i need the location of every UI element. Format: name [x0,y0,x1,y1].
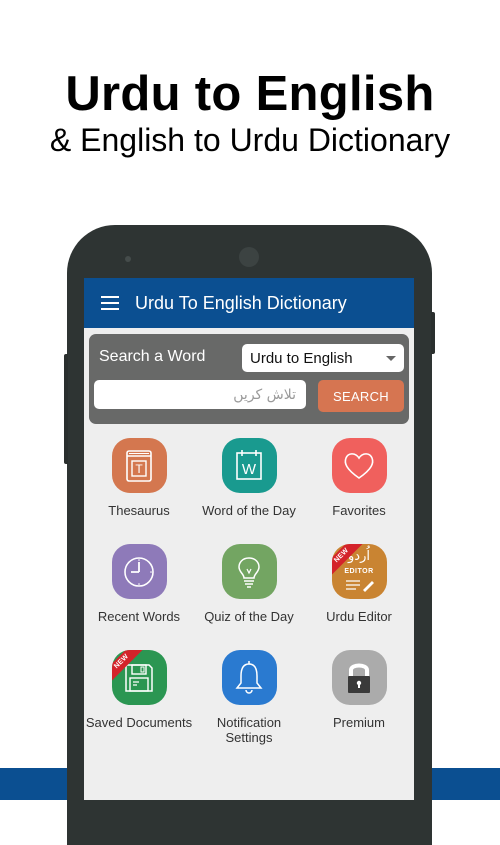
search-button[interactable]: SEARCH [318,380,404,412]
clock-icon [111,544,167,599]
urdu-editor-icon: اُردو EDITOR NEW [331,544,387,599]
bell-icon [221,650,277,705]
heart-icon [331,438,387,493]
tile-label: Thesaurus [108,503,170,518]
tile-label: Notification Settings [216,715,282,745]
search-label: Search a Word [99,348,206,365]
lock-icon [331,650,387,705]
app-screen: Urdu To English Dictionary Search a Word… [84,278,414,800]
promo-subtitle: & English to Urdu Dictionary [49,122,451,158]
tile-saved-documents[interactable]: NEW Saved Documents [84,650,194,730]
search-card: Search a Word Urdu to English SEARCH [89,334,409,424]
svg-text:W: W [242,461,257,478]
floppy-disk-icon: NEW [111,650,167,705]
app-bar: Urdu To English Dictionary [84,278,414,328]
svg-text:T: T [135,462,143,476]
tile-label: Saved Documents [85,715,193,730]
tile-label: Favorites [332,503,386,518]
tile-label: Recent Words [97,609,181,624]
tile-premium[interactable]: Premium [304,650,414,730]
tile-quiz-of-the-day[interactable]: Quiz of the Day [194,544,304,624]
phone-side-button [431,312,435,354]
tile-notification-settings[interactable]: Notification Settings [194,650,304,745]
tile-thesaurus[interactable]: T Thesaurus [84,438,194,518]
hamburger-menu-icon[interactable] [101,296,119,310]
tile-word-of-the-day[interactable]: W Word of the Day [194,438,304,518]
tile-label: Premium [332,715,385,730]
app-title: Urdu To English Dictionary [135,292,347,313]
tile-label: Word of the Day [202,503,296,518]
tile-label: Quiz of the Day [204,609,294,624]
tile-favorites[interactable]: Favorites [304,438,414,518]
promo-title: Urdu to English [65,67,435,121]
urdu-editor-icon-label: EDITOR [344,568,374,575]
calendar-icon: W [221,438,277,493]
phone-camera [239,247,259,267]
dropdown-caret-icon [386,356,396,361]
lightbulb-icon [221,544,277,599]
book-icon: T [111,438,167,493]
tile-recent-words[interactable]: Recent Words [84,544,194,624]
phone-sensor [125,256,131,262]
tile-label: Urdu Editor [326,609,392,624]
phone-side-button [64,354,68,464]
tile-urdu-editor[interactable]: اُردو EDITOR NEW Urdu Editor [304,544,414,624]
language-select[interactable]: Urdu to English [242,344,404,372]
search-input[interactable] [94,380,306,409]
language-select-value: Urdu to English [250,349,353,367]
